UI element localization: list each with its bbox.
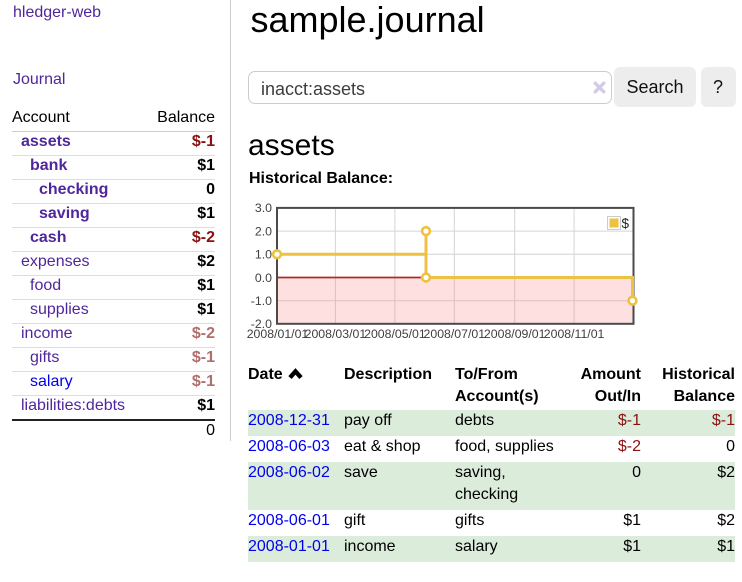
svg-text:2008/07/01: 2008/07/01 <box>424 327 486 341</box>
svg-text:3.0: 3.0 <box>255 201 272 215</box>
svg-text:$: $ <box>622 216 630 231</box>
svg-text:2008/05/01: 2008/05/01 <box>364 327 426 341</box>
svg-text:2008/11/01: 2008/11/01 <box>544 327 605 341</box>
svg-text:-1.0: -1.0 <box>251 294 272 308</box>
svg-text:2008/09/01: 2008/09/01 <box>484 327 546 341</box>
svg-text:0.0: 0.0 <box>255 271 272 285</box>
svg-text:1.0: 1.0 <box>255 248 272 262</box>
svg-text:2.0: 2.0 <box>255 224 272 238</box>
svg-text:2008/01/01: 2008/01/01 <box>247 327 309 341</box>
svg-text:2008/03/01: 2008/03/01 <box>305 327 367 341</box>
